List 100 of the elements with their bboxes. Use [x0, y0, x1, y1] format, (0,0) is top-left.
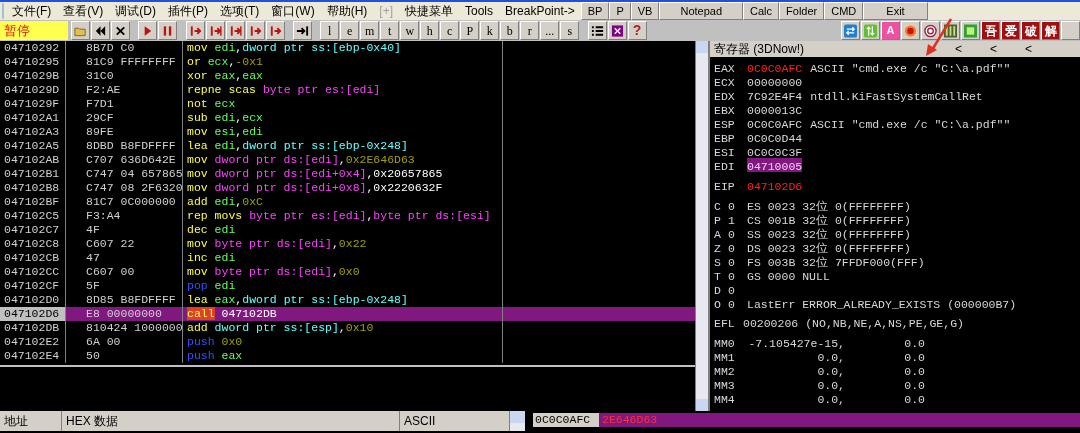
disassembly-row[interactable]: 047102AB C707 636D642E mov dword ptr ds:[edi],0x2E646D63	[0, 153, 695, 167]
stack-row[interactable]: 0C0C0AFC 2E646D63	[533, 413, 1080, 427]
disassembly-row[interactable]: 047102BF 81C7 0C000000 add edi,0xC	[0, 195, 695, 209]
instruction-cell: mov byte ptr ds:[edi],0x22	[183, 237, 503, 251]
menu-item[interactable]: 快捷菜单	[399, 2, 459, 20]
nav-button[interactable]: <	[976, 40, 1011, 58]
menu-item[interactable]: 窗口(W)	[265, 2, 321, 20]
quick-launch-button[interactable]: CMD	[824, 2, 864, 20]
menu-item[interactable]: 帮助(H)	[320, 2, 374, 20]
disassembly-row[interactable]: 047102B1 C747 04 657865 mov dword ptr ds:[edi+0x4],0x20657865	[0, 167, 695, 181]
menu-item[interactable]: 文件(F)	[6, 2, 58, 20]
help-button[interactable]: ?	[627, 21, 647, 40]
plugin-button[interactable]: 爱	[1001, 21, 1020, 40]
menu-item[interactable]: 选项(T)	[214, 2, 266, 20]
disassembly-row[interactable]: 047102A5 8DBD B8FDFFFF lea edi,dword ptr ss:[ebp-0x248]	[0, 139, 695, 153]
window-button[interactable]: h	[420, 21, 440, 40]
pause-button[interactable]	[158, 21, 178, 40]
step-into-button[interactable]	[185, 21, 205, 40]
trace-over-button[interactable]	[245, 21, 265, 40]
disassembly-row[interactable]: 0471029D F2:AE repne scas byte ptr es:[edi]	[0, 83, 695, 97]
nav-button[interactable]: <	[1011, 40, 1046, 58]
disassembly-row[interactable]: 047102E2 6A 00 push 0x0	[0, 335, 695, 349]
disassembly-row[interactable]: 047102DB 810424 1000000 add dword ptr ss:[esp],0x10	[0, 321, 695, 335]
disassembly-row[interactable]: 047102CB 47 inc edi	[0, 251, 695, 265]
menu-item[interactable]: 插件(P)	[162, 2, 214, 20]
disassembly-row[interactable]: 047102CC C607 00 mov byte ptr ds:[edi],0x0	[0, 265, 695, 279]
open-button[interactable]	[71, 21, 91, 40]
hex-cell: 89FE	[66, 125, 183, 139]
window-button[interactable]: k	[480, 21, 500, 40]
menu-item[interactable]: 调试(D)	[109, 2, 162, 20]
quick-launch-button[interactable]: VB	[630, 2, 660, 20]
trace-into-button[interactable]	[225, 21, 245, 40]
window-button[interactable]: e	[340, 21, 360, 40]
close-button[interactable]	[111, 21, 131, 40]
disassembly-row[interactable]: 047102E4 50 push eax	[0, 349, 695, 363]
register-value: 00000000	[747, 75, 803, 88]
address-cell: 047102D6	[0, 307, 66, 321]
plugin-button[interactable]: 吾	[981, 21, 1000, 40]
restart-button[interactable]	[91, 21, 111, 40]
list-button[interactable]	[587, 21, 607, 40]
register-value: 0.0	[903, 350, 925, 363]
disassembly-row[interactable]: 047102C5 F3:A4 rep movs byte ptr es:[edi],byte ptr ds:[esi]	[0, 209, 695, 223]
address-cell: 04710295	[0, 55, 66, 69]
register-name: MM0	[714, 336, 736, 349]
disassembly-row[interactable]: 047102CF 5F pop edi	[0, 279, 695, 293]
instruction-cell: lea edi,dword ptr ss:[ebp-0x248]	[183, 139, 503, 153]
record-button[interactable]	[901, 21, 920, 40]
execute-till-return-button[interactable]	[265, 21, 285, 40]
run-button[interactable]	[138, 21, 158, 40]
quick-launch-button[interactable]: BP	[580, 2, 610, 20]
menu-item[interactable]: 查看(V)	[57, 2, 110, 20]
up-down-arrows-icon	[864, 23, 877, 38]
menu-item[interactable]: BreakPoint->	[499, 2, 581, 20]
hex-cell: 6A 00	[66, 335, 183, 349]
window-button[interactable]: r	[520, 21, 540, 40]
window-button[interactable]: b	[500, 21, 520, 40]
disassembly-row[interactable]: 047102A3 89FE mov esi,edi	[0, 125, 695, 139]
window-button[interactable]: t	[380, 21, 400, 40]
window-button[interactable]: ...	[540, 21, 560, 40]
flag-value: 0	[728, 255, 736, 268]
disassembly-row[interactable]: 0471029B 31C0 xor eax,eax	[0, 69, 695, 83]
quick-launch-button[interactable]: Folder	[779, 2, 825, 20]
target-button[interactable]	[921, 21, 940, 40]
blank-button[interactable]	[1061, 21, 1080, 40]
goto-button[interactable]	[292, 21, 312, 40]
flag-name: Z	[714, 241, 722, 254]
disassembly-row[interactable]: 047102C7 4F dec edi	[0, 223, 695, 237]
disassembly-row[interactable]: 047102B8 C747 08 2F6320 mov dword ptr ds:[edi+0x8],0x2220632F	[0, 181, 695, 195]
window-button[interactable]: l	[320, 21, 340, 40]
step-over-button[interactable]	[205, 21, 225, 40]
window-button[interactable]: s	[560, 21, 580, 40]
disassembly-row[interactable]: 047102D6 E8 00000000 call 047102DB	[0, 307, 695, 321]
address-cell: 04710292	[0, 41, 66, 55]
quick-launch-button[interactable]: Notepad	[659, 2, 744, 20]
step-icon	[248, 23, 262, 38]
column-header[interactable]: HEX 数据	[62, 411, 400, 431]
window-button[interactable]: P	[460, 21, 480, 40]
disassembly-row[interactable]: 0471029F F7D1 not ecx	[0, 97, 695, 111]
value-cell-text: 2E646D63	[601, 413, 659, 427]
disassembly-row[interactable]: 04710295 81C9 FFFFFFFF or ecx,-0x1	[0, 55, 695, 69]
disassembly-row[interactable]: 04710292 8B7D C0 mov edi,dword ptr ss:[ebp-0x40]	[0, 41, 695, 55]
arrows-button[interactable]	[861, 21, 880, 40]
plugin-button[interactable]: 解	[1041, 21, 1060, 40]
plugin-button[interactable]: 破	[1021, 21, 1040, 40]
grid-button[interactable]	[607, 21, 627, 40]
swap-arrows-icon	[844, 23, 857, 38]
window-button[interactable]	[961, 21, 980, 40]
window-button[interactable]: w	[400, 21, 420, 40]
column-header[interactable]: 地址	[0, 411, 62, 431]
quick-launch-button[interactable]: Exit	[863, 2, 928, 20]
quick-launch-button[interactable]: Calc	[743, 2, 780, 20]
register-value: 0.0	[903, 364, 925, 377]
quick-launch-button[interactable]: P	[609, 2, 631, 20]
window-button[interactable]: m	[360, 21, 380, 40]
swap-button[interactable]	[841, 21, 860, 40]
menu-item[interactable]: Tools	[459, 2, 500, 20]
nav-button[interactable]: <	[941, 40, 976, 58]
window-button[interactable]: c	[440, 21, 460, 40]
disassembly-row[interactable]: 047102A1 29CF sub edi,ecx	[0, 111, 695, 125]
disassembly-row[interactable]: 047102C8 C607 22 mov byte ptr ds:[edi],0x22	[0, 237, 695, 251]
